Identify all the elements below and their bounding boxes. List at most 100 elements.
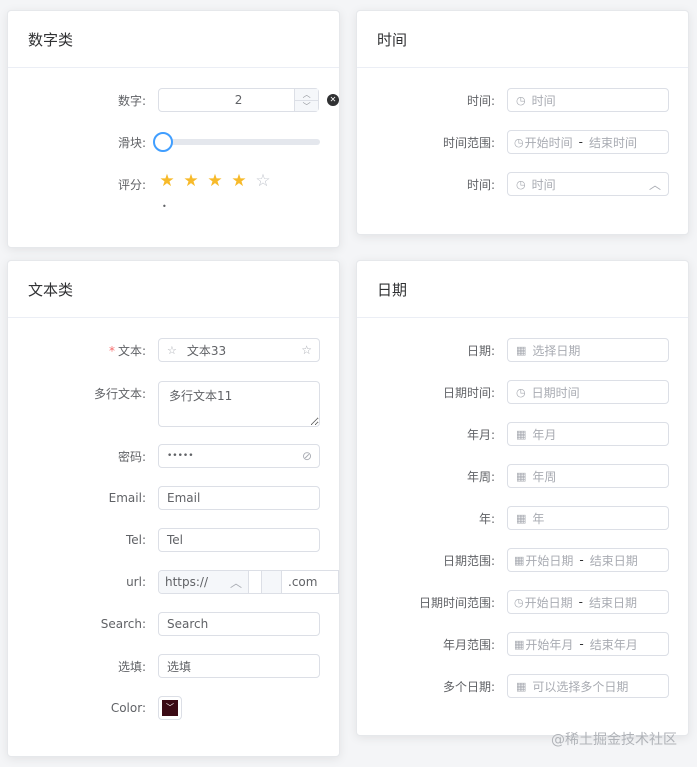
search-label: Search: [100, 617, 146, 631]
chevron-up-icon: ︿ [229, 575, 242, 590]
calendar-icon: ▦ [514, 553, 525, 567]
number-input[interactable]: 2 ︿ ﹀ [158, 88, 320, 112]
date-picker[interactable]: ▦ 年周 [507, 464, 669, 488]
calendar-icon: ▦ [516, 511, 527, 525]
placeholder: 选择日期 [532, 343, 581, 358]
rate-text: • [162, 202, 167, 211]
time-range-label: 时间范围: [442, 135, 495, 150]
date-picker[interactable]: ◷ 日期时间 [507, 380, 669, 404]
url-label: url: [126, 575, 146, 589]
form-row: 日期时间: ◷ 日期时间 [357, 371, 688, 413]
clock-icon: ◷ [514, 595, 524, 609]
card-title: 文本类 [8, 261, 339, 318]
tel-value: Tel [167, 533, 184, 547]
form-row: 年月: ▦ 年月 [357, 413, 688, 455]
start-placeholder: 开始日期 [524, 595, 573, 610]
form-row: 多个日期: ▦ 可以选择多个日期 [357, 665, 688, 707]
star-icon: ☆ [301, 343, 312, 357]
date-label: 年周: [466, 469, 495, 484]
date-label: 日期范围: [442, 553, 495, 568]
textarea-label: 多行文本: [93, 387, 146, 401]
date-label: 日期时间范围: [418, 595, 495, 610]
calendar-icon: ▦ [514, 637, 525, 651]
date-range-picker[interactable]: ▦ 开始日期 - 结束日期 [507, 548, 669, 572]
time-label: 时间: [466, 93, 495, 108]
search-input[interactable]: Search [158, 612, 320, 636]
email-input[interactable]: Email [158, 486, 320, 510]
color-label: Color: [110, 701, 146, 715]
card-title: 数字类 [8, 11, 339, 68]
url-input[interactable]: https:// ︿ .com [158, 570, 339, 594]
date-label: 日期时间: [442, 385, 495, 400]
text-input[interactable]: ☆ 文本33 ☆ [158, 338, 320, 362]
decrement-button[interactable]: ﹀ [295, 101, 318, 112]
placeholder: 时间 [531, 177, 556, 192]
placeholder: 年 [532, 511, 545, 526]
rating[interactable]: ★ ★ ★ ★ ☆ [158, 171, 272, 191]
url-host-input[interactable] [249, 571, 262, 593]
number-card: 数字类 数字: 2 ︿ ﹀ ✕ 滑块: 评分: ★ ★ ★ ★ ☆ • [7, 10, 340, 248]
star-icon[interactable]: ★ [182, 171, 200, 191]
email-label: Email: [108, 491, 146, 505]
date-picker[interactable]: ▦ 选择日期 [507, 338, 669, 362]
clock-icon: ◷ [514, 135, 524, 149]
form-row: 日期: ▦ 选择日期 [357, 329, 688, 371]
star-icon[interactable]: ★ [206, 171, 224, 191]
date-label: 年月范围: [442, 637, 495, 652]
clock-icon: ◷ [516, 177, 526, 191]
optional-input[interactable]: 选填 [158, 654, 320, 678]
form-row: 日期范围: ▦ 开始日期 - 结束日期 [357, 539, 688, 581]
form-row: 日期时间范围: ◷ 开始日期 - 结束日期 [357, 581, 688, 623]
date-range-picker[interactable]: ▦ 开始年月 - 结束年月 [507, 632, 669, 656]
end-placeholder: 结束日期 [588, 595, 637, 610]
calendar-icon: ▦ [516, 679, 527, 693]
card-title: 时间 [357, 11, 688, 68]
date-label: 日期: [466, 343, 495, 358]
slider[interactable] [153, 132, 320, 152]
url-prefix: https:// [165, 575, 209, 589]
watermark: @稀土掘金技术社区 [551, 732, 677, 748]
number-value: 2 [234, 93, 243, 107]
end-placeholder: 结束日期 [589, 553, 638, 568]
start-placeholder: 开始日期 [525, 553, 574, 568]
increment-button[interactable]: ︿ [295, 89, 319, 101]
search-value: Search [167, 617, 209, 631]
star-icon[interactable]: ★ [158, 171, 176, 191]
password-value: ••••• [167, 451, 194, 461]
time-select[interactable]: ◷ 时间 ︿ [507, 172, 669, 196]
time-range-picker[interactable]: ◷ 开始时间 - 结束时间 [507, 130, 669, 154]
placeholder: 年月 [532, 427, 557, 442]
date-label: 年: [478, 511, 495, 526]
eye-off-icon[interactable]: ⊘ [302, 449, 312, 463]
star-icon[interactable]: ☆ [254, 171, 272, 191]
textarea[interactable] [158, 381, 320, 427]
date-picker[interactable]: ▦ 年月 [507, 422, 669, 446]
date-picker[interactable]: ▦ 年 [507, 506, 669, 530]
chevron-down-icon: ﹀ [162, 700, 178, 716]
number-label: 数字: [117, 93, 146, 108]
slider-label: 滑块: [117, 135, 146, 150]
form-row: 年月范围: ▦ 开始年月 - 结束年月 [357, 623, 688, 665]
rate-label: 评分: [117, 177, 146, 192]
slider-thumb[interactable] [153, 132, 173, 152]
optional-value: 选填 [167, 659, 192, 674]
card-title: 日期 [357, 261, 688, 318]
time-picker[interactable]: ◷ 时间 [507, 88, 669, 112]
color-picker[interactable]: ﹀ [158, 696, 182, 720]
end-placeholder: 结束年月 [589, 637, 638, 652]
url-protocol-select[interactable]: https:// ︿ [159, 571, 249, 593]
date-picker[interactable]: ▦ 可以选择多个日期 [507, 674, 669, 698]
clear-icon[interactable]: ✕ [327, 94, 339, 106]
placeholder: 可以选择多个日期 [532, 679, 629, 694]
date-range-picker[interactable]: ◷ 开始日期 - 结束日期 [507, 590, 669, 614]
tel-input[interactable]: Tel [158, 528, 320, 552]
password-input[interactable]: ••••• ⊘ [158, 444, 320, 468]
star-icon: ☆ [167, 343, 177, 357]
clock-icon: ◷ [516, 93, 526, 107]
date-label: 多个日期: [442, 679, 495, 694]
start-placeholder: 开始时间 [524, 135, 573, 150]
calendar-icon: ▦ [516, 343, 527, 357]
star-icon[interactable]: ★ [230, 171, 248, 191]
text-value: 文本33 [186, 343, 227, 358]
clock-icon: ◷ [516, 385, 526, 399]
